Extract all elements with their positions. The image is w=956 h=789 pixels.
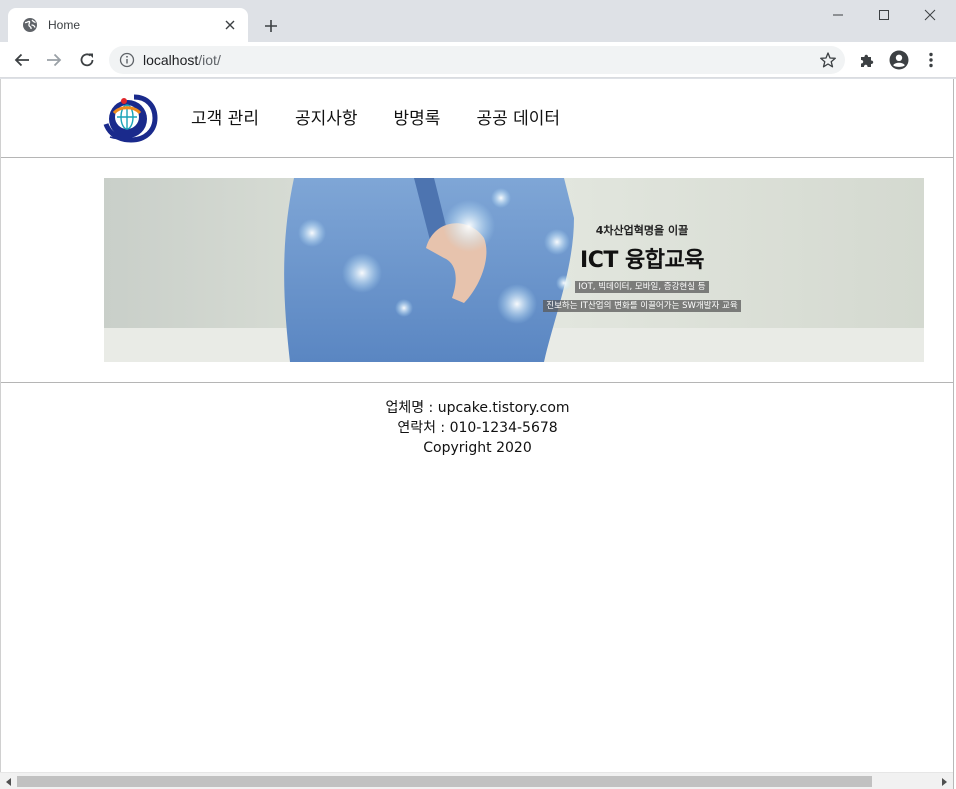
banner-text: 4차산업혁명을 이끌 ICT 융합교육 IOT, 빅데이터, 모바일, 증강현실… <box>536 222 748 312</box>
plus-icon[interactable] <box>259 14 283 38</box>
scrollbar-thumb[interactable] <box>17 776 872 787</box>
nav-customer-management[interactable]: 고객 관리 <box>191 104 259 129</box>
footer-company: 업체명 : upcake.tistory.com <box>385 400 570 416</box>
content-divider <box>1 382 953 383</box>
maximize-icon[interactable] <box>864 4 904 26</box>
site-logo[interactable] <box>100 93 158 145</box>
browser-toolbar: localhost/iot/ <box>0 42 956 78</box>
hero-banner: 4차산업혁명을 이끌 ICT 융합교육 IOT, 빅데이터, 모바일, 증강현실… <box>104 178 924 362</box>
close-icon[interactable] <box>222 17 238 33</box>
account-icon[interactable] <box>889 50 909 70</box>
browser-tab-home[interactable]: Home <box>8 8 248 42</box>
tab-title: Home <box>48 18 81 32</box>
minimize-icon[interactable] <box>818 4 858 26</box>
site-header: 고객 관리 공지사항 방명록 공공 데이터 <box>1 79 953 158</box>
banner-title: ICT 융합교육 <box>580 248 704 273</box>
footer-contact: 연락처 : 010-1234-5678 <box>397 420 558 436</box>
banner-subtitle: 4차산업혁명을 이끌 <box>595 224 689 237</box>
nav-notice[interactable]: 공지사항 <box>295 104 358 129</box>
banner-desc-line1: IOT, 빅데이터, 모바일, 증강현실 등 <box>575 281 709 293</box>
puzzle-icon[interactable] <box>857 50 877 70</box>
reload-icon[interactable] <box>73 46 101 74</box>
banner-desc-line2: 진보하는 IT산업의 변화를 이끌어가는 SW개발자 교육 <box>543 300 741 312</box>
footer-copyright: Copyright 2020 <box>423 440 532 456</box>
horizontal-scrollbar[interactable] <box>0 772 953 789</box>
scroll-left-icon[interactable] <box>4 777 13 786</box>
page-viewport: 고객 관리 공지사항 방명록 공공 데이터 4차산업혁명을 이끌 ICT 융합교… <box>0 79 953 772</box>
tab-strip: Home <box>0 0 956 42</box>
banner-image <box>104 178 924 362</box>
star-icon[interactable] <box>819 51 837 69</box>
nav-guestbook[interactable]: 방명록 <box>394 104 441 129</box>
site-footer: 업체명 : upcake.tistory.com 연락처 : 010-1234-… <box>1 398 953 458</box>
url-host: localhost <box>143 52 199 68</box>
address-bar[interactable]: localhost/iot/ <box>109 46 845 74</box>
nav-public-data[interactable]: 공공 데이터 <box>476 104 560 129</box>
url-path: /iot/ <box>198 52 221 68</box>
arrow-left-icon[interactable] <box>8 46 36 74</box>
info-icon[interactable] <box>119 52 135 68</box>
window-close-icon[interactable] <box>910 4 950 26</box>
arrow-right-icon[interactable] <box>40 46 68 74</box>
main-nav: 고객 관리 공지사항 방명록 공공 데이터 <box>191 104 596 129</box>
kebab-menu-icon[interactable] <box>921 50 941 70</box>
scroll-right-icon[interactable] <box>939 777 948 786</box>
url-text: localhost/iot/ <box>143 52 819 68</box>
globe-icon <box>22 17 38 33</box>
